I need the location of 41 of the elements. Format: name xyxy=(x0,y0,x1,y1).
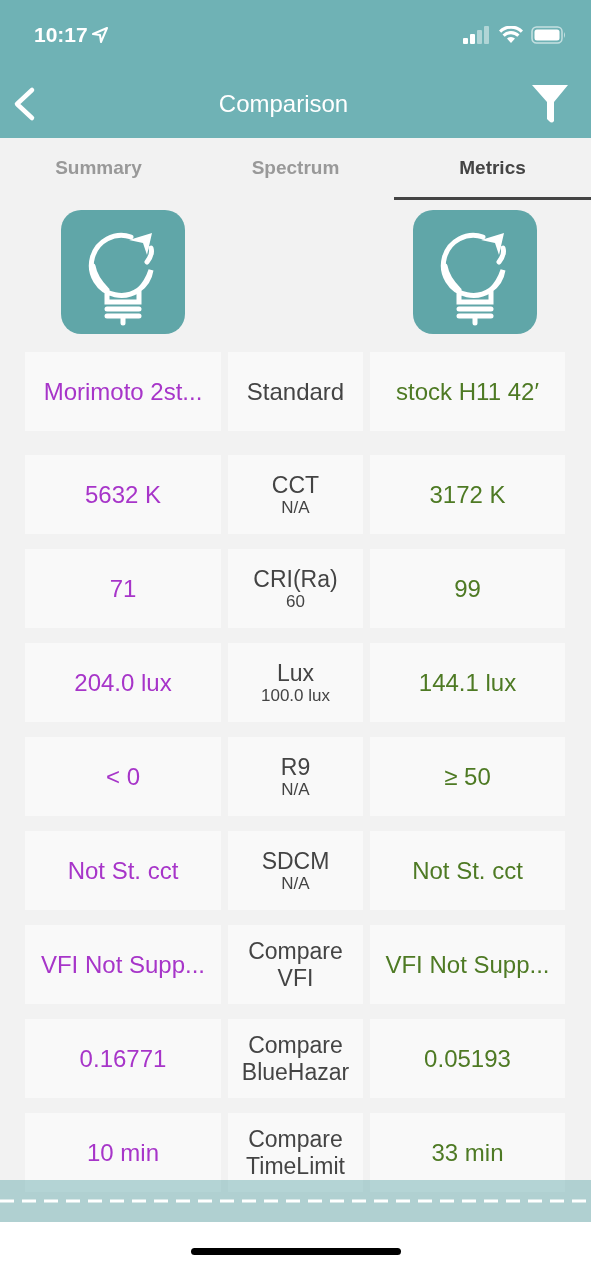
value-cell: 5632 K xyxy=(25,455,221,534)
lamp-tile[interactable] xyxy=(61,210,185,334)
lamp-tile[interactable] xyxy=(413,210,537,334)
value-cell: 33 min xyxy=(370,1113,565,1192)
value-cell: 0.05193 xyxy=(370,1019,565,1098)
metric-cell: Lux 100.0 lux xyxy=(228,643,363,722)
home-indicator[interactable] xyxy=(190,1247,401,1255)
battery-icon xyxy=(531,26,567,44)
nav-title: Comparison xyxy=(218,90,349,118)
metric-cell: Compare VFI xyxy=(228,925,363,1004)
value-cell: 71 xyxy=(25,549,221,628)
value-cell: 0.16771 xyxy=(25,1019,221,1098)
metric-cell: SDCM N/A xyxy=(228,831,363,910)
metric-cell: CRI(Ra) 60 xyxy=(228,549,363,628)
metric-cell: R9 N/A xyxy=(228,737,363,816)
back-button[interactable] xyxy=(12,86,36,122)
status-time: 10:17 xyxy=(34,23,88,47)
tab[interactable]: Spectrum xyxy=(197,138,394,200)
metric-cell: CCT N/A xyxy=(228,455,363,534)
value-cell: 99 xyxy=(370,549,565,628)
value-cell: VFI Not Supp... xyxy=(25,925,221,1004)
tab[interactable]: Summary xyxy=(0,138,197,200)
value-cell: 204.0 lux xyxy=(25,643,221,722)
value-cell: < 0 xyxy=(25,737,221,816)
value-cell: 144.1 lux xyxy=(370,643,565,722)
value-cell: 3172 K xyxy=(370,455,565,534)
location-icon xyxy=(91,27,108,43)
filter-button[interactable] xyxy=(531,84,569,124)
metric-cell: Compare BlueHazar xyxy=(228,1019,363,1098)
header-cell: Standard xyxy=(228,352,363,431)
lamp-name-cell: stock H11 42′ xyxy=(370,352,565,431)
lamp-name-cell: Morimoto 2st... xyxy=(25,352,221,431)
value-cell: Not St. cct xyxy=(25,831,221,910)
wifi-icon xyxy=(499,26,523,44)
tab[interactable]: Metrics xyxy=(394,138,591,200)
signal-icon xyxy=(463,26,491,44)
value-cell: Not St. cct xyxy=(370,831,565,910)
metric-cell: Compare TimeLimit xyxy=(228,1113,363,1192)
value-cell: ≥ 50 xyxy=(370,737,565,816)
value-cell: VFI Not Supp... xyxy=(370,925,565,1004)
value-cell: 10 min xyxy=(25,1113,221,1192)
